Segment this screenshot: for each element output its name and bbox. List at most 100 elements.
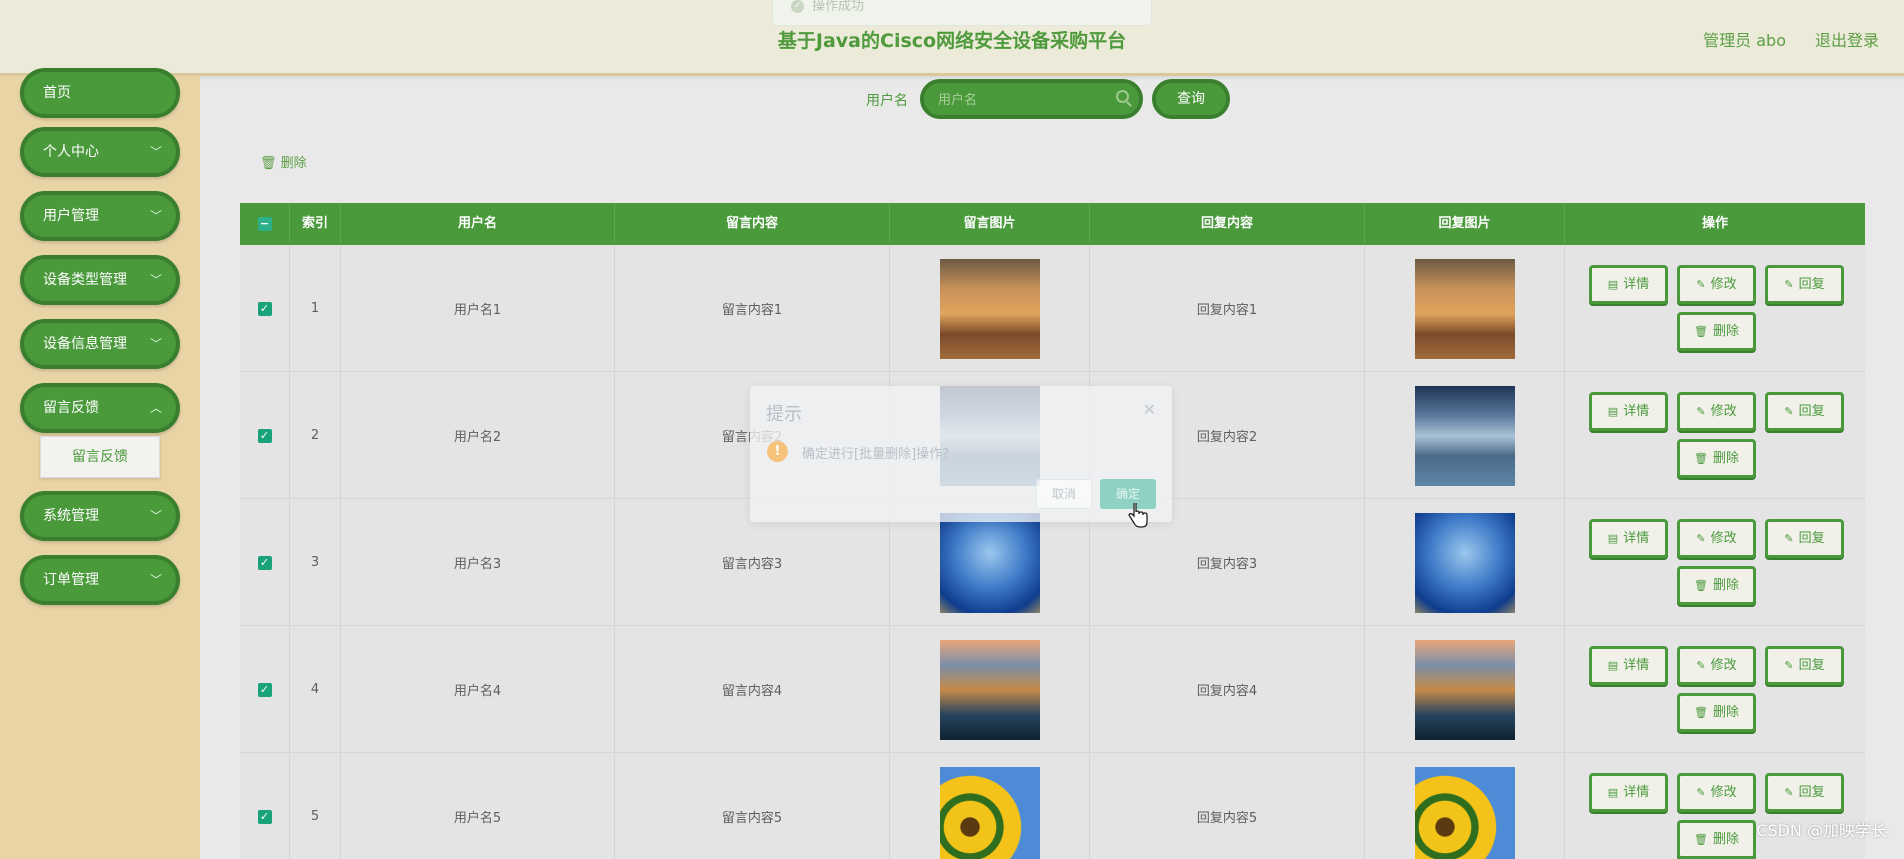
delete-button[interactable]: 🗑 删除 <box>1677 439 1756 478</box>
sidebar-item-users[interactable]: 用户管理 ﹀ <box>20 191 180 241</box>
trash-icon: 🗑 <box>1694 706 1708 719</box>
search-button[interactable]: 查询 <box>1152 79 1230 119</box>
dialog-message: 确定进行[批量删除]操作? <box>802 447 950 462</box>
column-header: 留言内容 <box>615 203 890 245</box>
search-icon <box>1116 90 1129 103</box>
submenu-item-feedback[interactable]: 留言反馈 <box>40 436 160 478</box>
sidebar-item-profile[interactable]: 个人中心 ﹀ <box>20 127 180 177</box>
sidebar-item-system[interactable]: 系统管理 ﹀ <box>20 491 180 541</box>
delete-button[interactable]: 🗑 删除 <box>1677 312 1756 351</box>
reply-button[interactable]: ✎ 回复 <box>1765 519 1844 558</box>
select-all-checkbox[interactable]: − <box>257 216 272 231</box>
reply-button[interactable]: ✎ 回复 <box>1765 773 1844 812</box>
delete-label: 删除 <box>1712 578 1739 593</box>
chevron-down-icon: ﹀ <box>149 273 162 287</box>
edit-button[interactable]: ✎ 修改 <box>1677 646 1756 685</box>
chevron-down-icon: ﹀ <box>149 509 162 523</box>
reply-button[interactable]: ✎ 回复 <box>1765 265 1844 304</box>
edit-label: 修改 <box>1710 277 1737 292</box>
check-circle-icon: ✓ <box>791 0 804 13</box>
detail-button[interactable]: ▤ 详情 <box>1589 265 1668 304</box>
sidebar-item-orders[interactable]: 订单管理 ﹀ <box>20 555 180 605</box>
trash-icon: 🗑 <box>1694 452 1708 465</box>
chevron-down-icon: ﹀ <box>149 573 162 587</box>
sidebar-item-device-info[interactable]: 设备信息管理 ﹀ <box>20 319 180 369</box>
row-checkbox[interactable]: ✓ <box>257 428 272 443</box>
search-box[interactable] <box>920 79 1143 119</box>
index-cell: 1 <box>290 245 341 372</box>
message-image[interactable] <box>939 766 1040 859</box>
edit-button[interactable]: ✎ 修改 <box>1677 519 1756 558</box>
sidebar-item-home[interactable]: 首页 <box>20 68 180 118</box>
username-cell: 用户名1 <box>341 245 615 372</box>
detail-label: 详情 <box>1623 785 1650 800</box>
detail-button[interactable]: ▤ 详情 <box>1589 392 1668 431</box>
edit-button[interactable]: ✎ 修改 <box>1677 265 1756 304</box>
row-checkbox[interactable]: ✓ <box>257 301 272 316</box>
pencil-icon: ✎ <box>1784 405 1794 418</box>
username-cell: 用户名2 <box>341 372 615 499</box>
chevron-up-icon: ︿ <box>149 401 162 415</box>
sidebar-item-label: 个人中心 <box>43 144 99 160</box>
message-image-cell <box>890 626 1090 753</box>
pencil-icon: ✎ <box>1696 786 1706 799</box>
edit-label: 修改 <box>1710 531 1737 546</box>
cancel-button[interactable]: 取消 <box>1036 479 1092 509</box>
row-checkbox-cell: ✓ <box>240 372 290 499</box>
message-image[interactable] <box>939 258 1040 359</box>
reply-label: 回复 <box>1798 404 1825 419</box>
search-label: 用户名 <box>866 93 908 109</box>
reply-image[interactable] <box>1414 639 1515 740</box>
delete-button[interactable]: 🗑 删除 <box>1677 566 1756 605</box>
message-image[interactable] <box>939 639 1040 740</box>
detail-button[interactable]: ▤ 详情 <box>1589 519 1668 558</box>
pencil-icon: ✎ <box>1696 532 1706 545</box>
edit-button[interactable]: ✎ 修改 <box>1677 773 1756 812</box>
reply-button[interactable]: ✎ 回复 <box>1765 646 1844 685</box>
detail-button[interactable]: ▤ 详情 <box>1589 646 1668 685</box>
actions-cell: ▤ 详情 ✎ 修改 ✎ 回复 🗑 删除 <box>1565 626 1865 753</box>
edit-label: 修改 <box>1710 658 1737 673</box>
document-icon: ▤ <box>1607 659 1619 672</box>
row-checkbox[interactable]: ✓ <box>257 555 272 570</box>
delete-button[interactable]: 🗑 删除 <box>1677 820 1756 859</box>
row-checkbox-cell: ✓ <box>240 499 290 626</box>
admin-user-label: 管理员 abo <box>1703 31 1786 50</box>
username-cell: 用户名5 <box>341 753 615 859</box>
trash-icon: 🗑 <box>1694 833 1708 846</box>
actions-cell: ▤ 详情 ✎ 修改 ✎ 回复 🗑 删除 <box>1565 753 1865 859</box>
message-image[interactable] <box>939 512 1040 613</box>
reply-label: 回复 <box>1798 277 1825 292</box>
chevron-down-icon: ﹀ <box>149 145 162 159</box>
search-input[interactable] <box>938 89 1108 111</box>
detail-button[interactable]: ▤ 详情 <box>1589 773 1668 812</box>
document-icon: ▤ <box>1607 532 1619 545</box>
reply-image[interactable] <box>1414 766 1515 859</box>
detail-label: 详情 <box>1623 658 1650 673</box>
feedback-table: − 索引 用户名 留言内容 留言图片 回复内容 回复图片 操作 ✓ 1 用户名1… <box>240 203 1865 859</box>
username-cell: 用户名4 <box>341 626 615 753</box>
watermark: CSDN @加映学长 <box>1756 821 1887 840</box>
trash-icon: 🗑 <box>1694 325 1708 338</box>
batch-delete-button[interactable]: 🗑 删除 <box>260 152 307 171</box>
delete-button[interactable]: 🗑 删除 <box>1677 693 1756 732</box>
row-checkbox-cell: ✓ <box>240 245 290 372</box>
reply-image[interactable] <box>1414 258 1515 359</box>
reply-button[interactable]: ✎ 回复 <box>1765 392 1844 431</box>
row-checkbox[interactable]: ✓ <box>257 682 272 697</box>
close-icon[interactable]: ✕ <box>1143 400 1156 419</box>
edit-button[interactable]: ✎ 修改 <box>1677 392 1756 431</box>
reply-image[interactable] <box>1414 385 1515 486</box>
app-title: 基于Java的Cisco网络安全设备采购平台 <box>777 30 1127 52</box>
sidebar-item-label: 系统管理 <box>43 508 99 524</box>
reply-image[interactable] <box>1414 512 1515 613</box>
sidebar-item-device-types[interactable]: 设备类型管理 ﹀ <box>20 255 180 305</box>
row-checkbox[interactable]: ✓ <box>257 809 272 824</box>
sidebar-item-label: 首页 <box>43 85 71 101</box>
sidebar-item-feedback[interactable]: 留言反馈 ︿ <box>20 383 180 433</box>
column-header: 用户名 <box>341 203 615 245</box>
message-cell: 留言内容1 <box>615 245 890 372</box>
detail-label: 详情 <box>1623 277 1650 292</box>
logout-link[interactable]: 退出登录 <box>1815 27 1879 51</box>
reply-label: 回复 <box>1798 658 1825 673</box>
